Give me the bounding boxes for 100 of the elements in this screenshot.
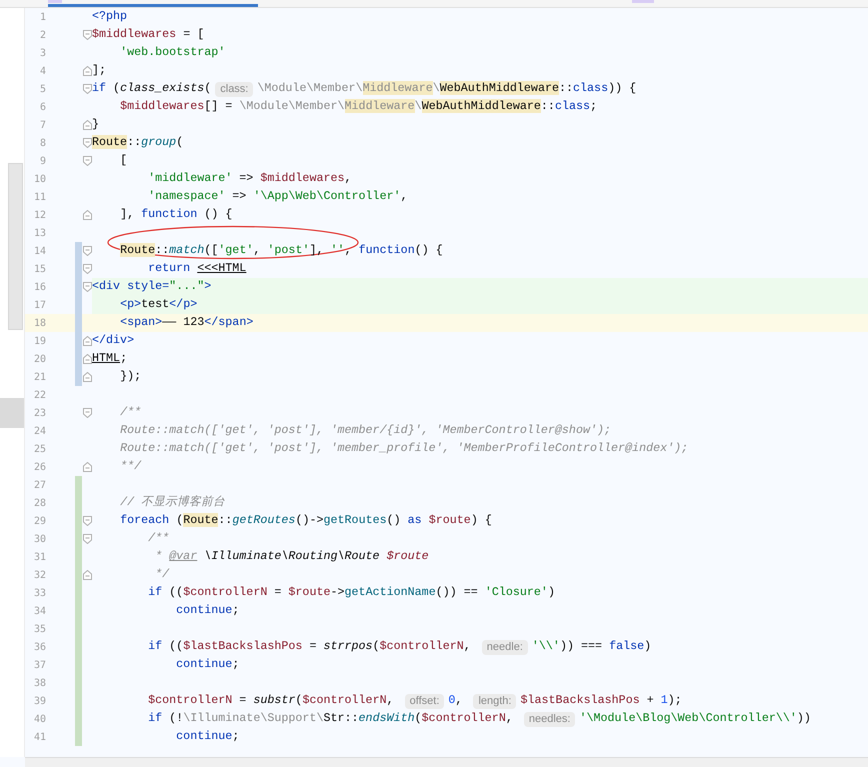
code-text: if (($lastBackslashPos = strrpos($controllerN, (147, 638, 472, 656)
code-text: '\\')) === false) (532, 638, 652, 656)
line-number: 17 (34, 298, 46, 312)
code-text: </div> (92, 332, 134, 350)
line-number: 35 (34, 622, 46, 636)
code-text: }); (119, 368, 142, 386)
horizontal-scrollbar[interactable] (25, 757, 868, 767)
change-marker[interactable] (75, 368, 82, 386)
code-text: <p>test</p> (119, 296, 198, 314)
code-text: $lastBackslashPos + 1); (520, 692, 682, 710)
fold-icon[interactable] (83, 66, 92, 76)
line-number: 26 (34, 460, 46, 474)
line-number: 28 (34, 496, 46, 510)
line-number: 39 (34, 694, 46, 708)
line-number: 9 (40, 154, 46, 168)
code-text: 'middleware' => $middlewares, (147, 170, 352, 188)
code-text: return <<<HTML (147, 260, 246, 278)
code-text: if (($controllerN = $route->getActionName()) == 'Closure') (147, 584, 555, 602)
fold-icon[interactable] (83, 120, 92, 130)
line-number: 27 (34, 478, 46, 492)
fold-icon[interactable] (83, 210, 92, 220)
code-text: continue; (175, 602, 240, 620)
fold-icon[interactable] (83, 264, 92, 274)
code-text: '\Module\Blog\Web\Controller\\')) (579, 710, 811, 728)
fold-icon[interactable] (83, 534, 92, 544)
line-number: 29 (34, 514, 46, 528)
line-number: 32 (34, 568, 46, 582)
line-number: 6 (40, 100, 46, 114)
line-number: 22 (34, 388, 46, 402)
line-number: 2 (40, 28, 46, 42)
line-number: 13 (34, 226, 46, 240)
line-number: 15 (34, 262, 46, 276)
fold-icon[interactable] (83, 354, 92, 364)
code-text: $middlewares[] = \Module\Member\Middleware\WebAuthMiddleware::class; (119, 98, 598, 116)
parameter-hint: needle: (482, 640, 528, 654)
fold-icon[interactable] (83, 462, 92, 472)
parameter-hint: length: (473, 694, 516, 708)
line-number: 8 (40, 136, 46, 150)
line-number: 34 (34, 604, 46, 618)
line-number: 7 (40, 118, 46, 132)
code-text: $controllerN = substr($controllerN, (147, 692, 395, 710)
code-text: /** (147, 530, 170, 548)
fold-icon[interactable] (83, 30, 92, 40)
line-number: 33 (34, 586, 46, 600)
code-text: <span>—— 123</span> (119, 314, 254, 332)
code-text: * @var \Illuminate\Routing\Route $route (154, 548, 429, 566)
scrollbar-thumb[interactable] (8, 163, 23, 330)
line-number: 23 (34, 406, 46, 420)
fold-icon[interactable] (83, 156, 92, 166)
line-number: 25 (34, 442, 46, 456)
fold-icon[interactable] (83, 372, 92, 382)
code-text: 'namespace' => '\App\Web\Controller', (147, 188, 408, 206)
code-text: 'web.bootstrap' (119, 44, 226, 62)
panel-button[interactable] (0, 398, 24, 428)
line-number: 19 (34, 334, 46, 348)
parameter-hint: needles: (524, 712, 576, 726)
change-marker[interactable] (75, 476, 82, 494)
fold-icon[interactable] (83, 138, 92, 148)
code-text: Route::match(['get', 'post'], 'member/{id}', 'MemberController@show'); (119, 422, 612, 440)
code-text: foreach (Route::getRoutes()->getRoutes() as $route) { (119, 512, 492, 530)
change-marker[interactable] (75, 728, 82, 746)
fold-icon[interactable] (83, 282, 92, 292)
code-text: continue; (175, 728, 240, 746)
code-text: **/ (119, 458, 142, 476)
line-number: 14 (34, 244, 46, 258)
code-text: \Module\Member\Middleware\WebAuthMiddleware::class)) { (257, 80, 636, 98)
fold-icon[interactable] (83, 246, 92, 256)
line-number: 37 (34, 658, 46, 672)
line-number: 21 (34, 370, 46, 384)
editor-tab[interactable] (48, 0, 258, 7)
code-text: $middlewares = [ (92, 26, 204, 44)
code-text: HTML; (92, 350, 128, 368)
tab-icon (632, 0, 654, 3)
code-text: <div style="..."> (92, 278, 212, 296)
line-number: 36 (34, 640, 46, 654)
fold-icon[interactable] (83, 84, 92, 94)
fold-icon[interactable] (83, 336, 92, 346)
parameter-hint: offset: (404, 694, 444, 708)
line-number: 20 (34, 352, 46, 366)
code-text: ]; (92, 62, 106, 80)
line-number: 38 (34, 676, 46, 690)
line-number: 18 (34, 316, 46, 330)
fold-icon[interactable] (83, 408, 92, 418)
parameter-hint: class: (215, 82, 254, 96)
code-text: // 不显示博客前台 (119, 494, 226, 512)
line-number: 31 (34, 550, 46, 564)
fold-icon[interactable] (83, 516, 92, 526)
line-number: 30 (34, 532, 46, 546)
tab-icon (48, 0, 62, 3)
line-number: 12 (34, 208, 46, 222)
line-number: 24 (34, 424, 46, 438)
code-text: */ (154, 566, 170, 584)
code-text: [ (119, 152, 128, 170)
fold-icon[interactable] (83, 570, 92, 580)
line-number: 41 (34, 730, 46, 744)
code-text: if (!\Illuminate\Support\Str::endsWith($controllerN, (147, 710, 514, 728)
code-text: Route::match(['get', 'post'], 'member_profile', 'MemberProfileController@index'); (119, 440, 688, 458)
change-marker[interactable] (75, 242, 82, 260)
code-text: continue; (175, 656, 240, 674)
code-text: /** (119, 404, 142, 422)
